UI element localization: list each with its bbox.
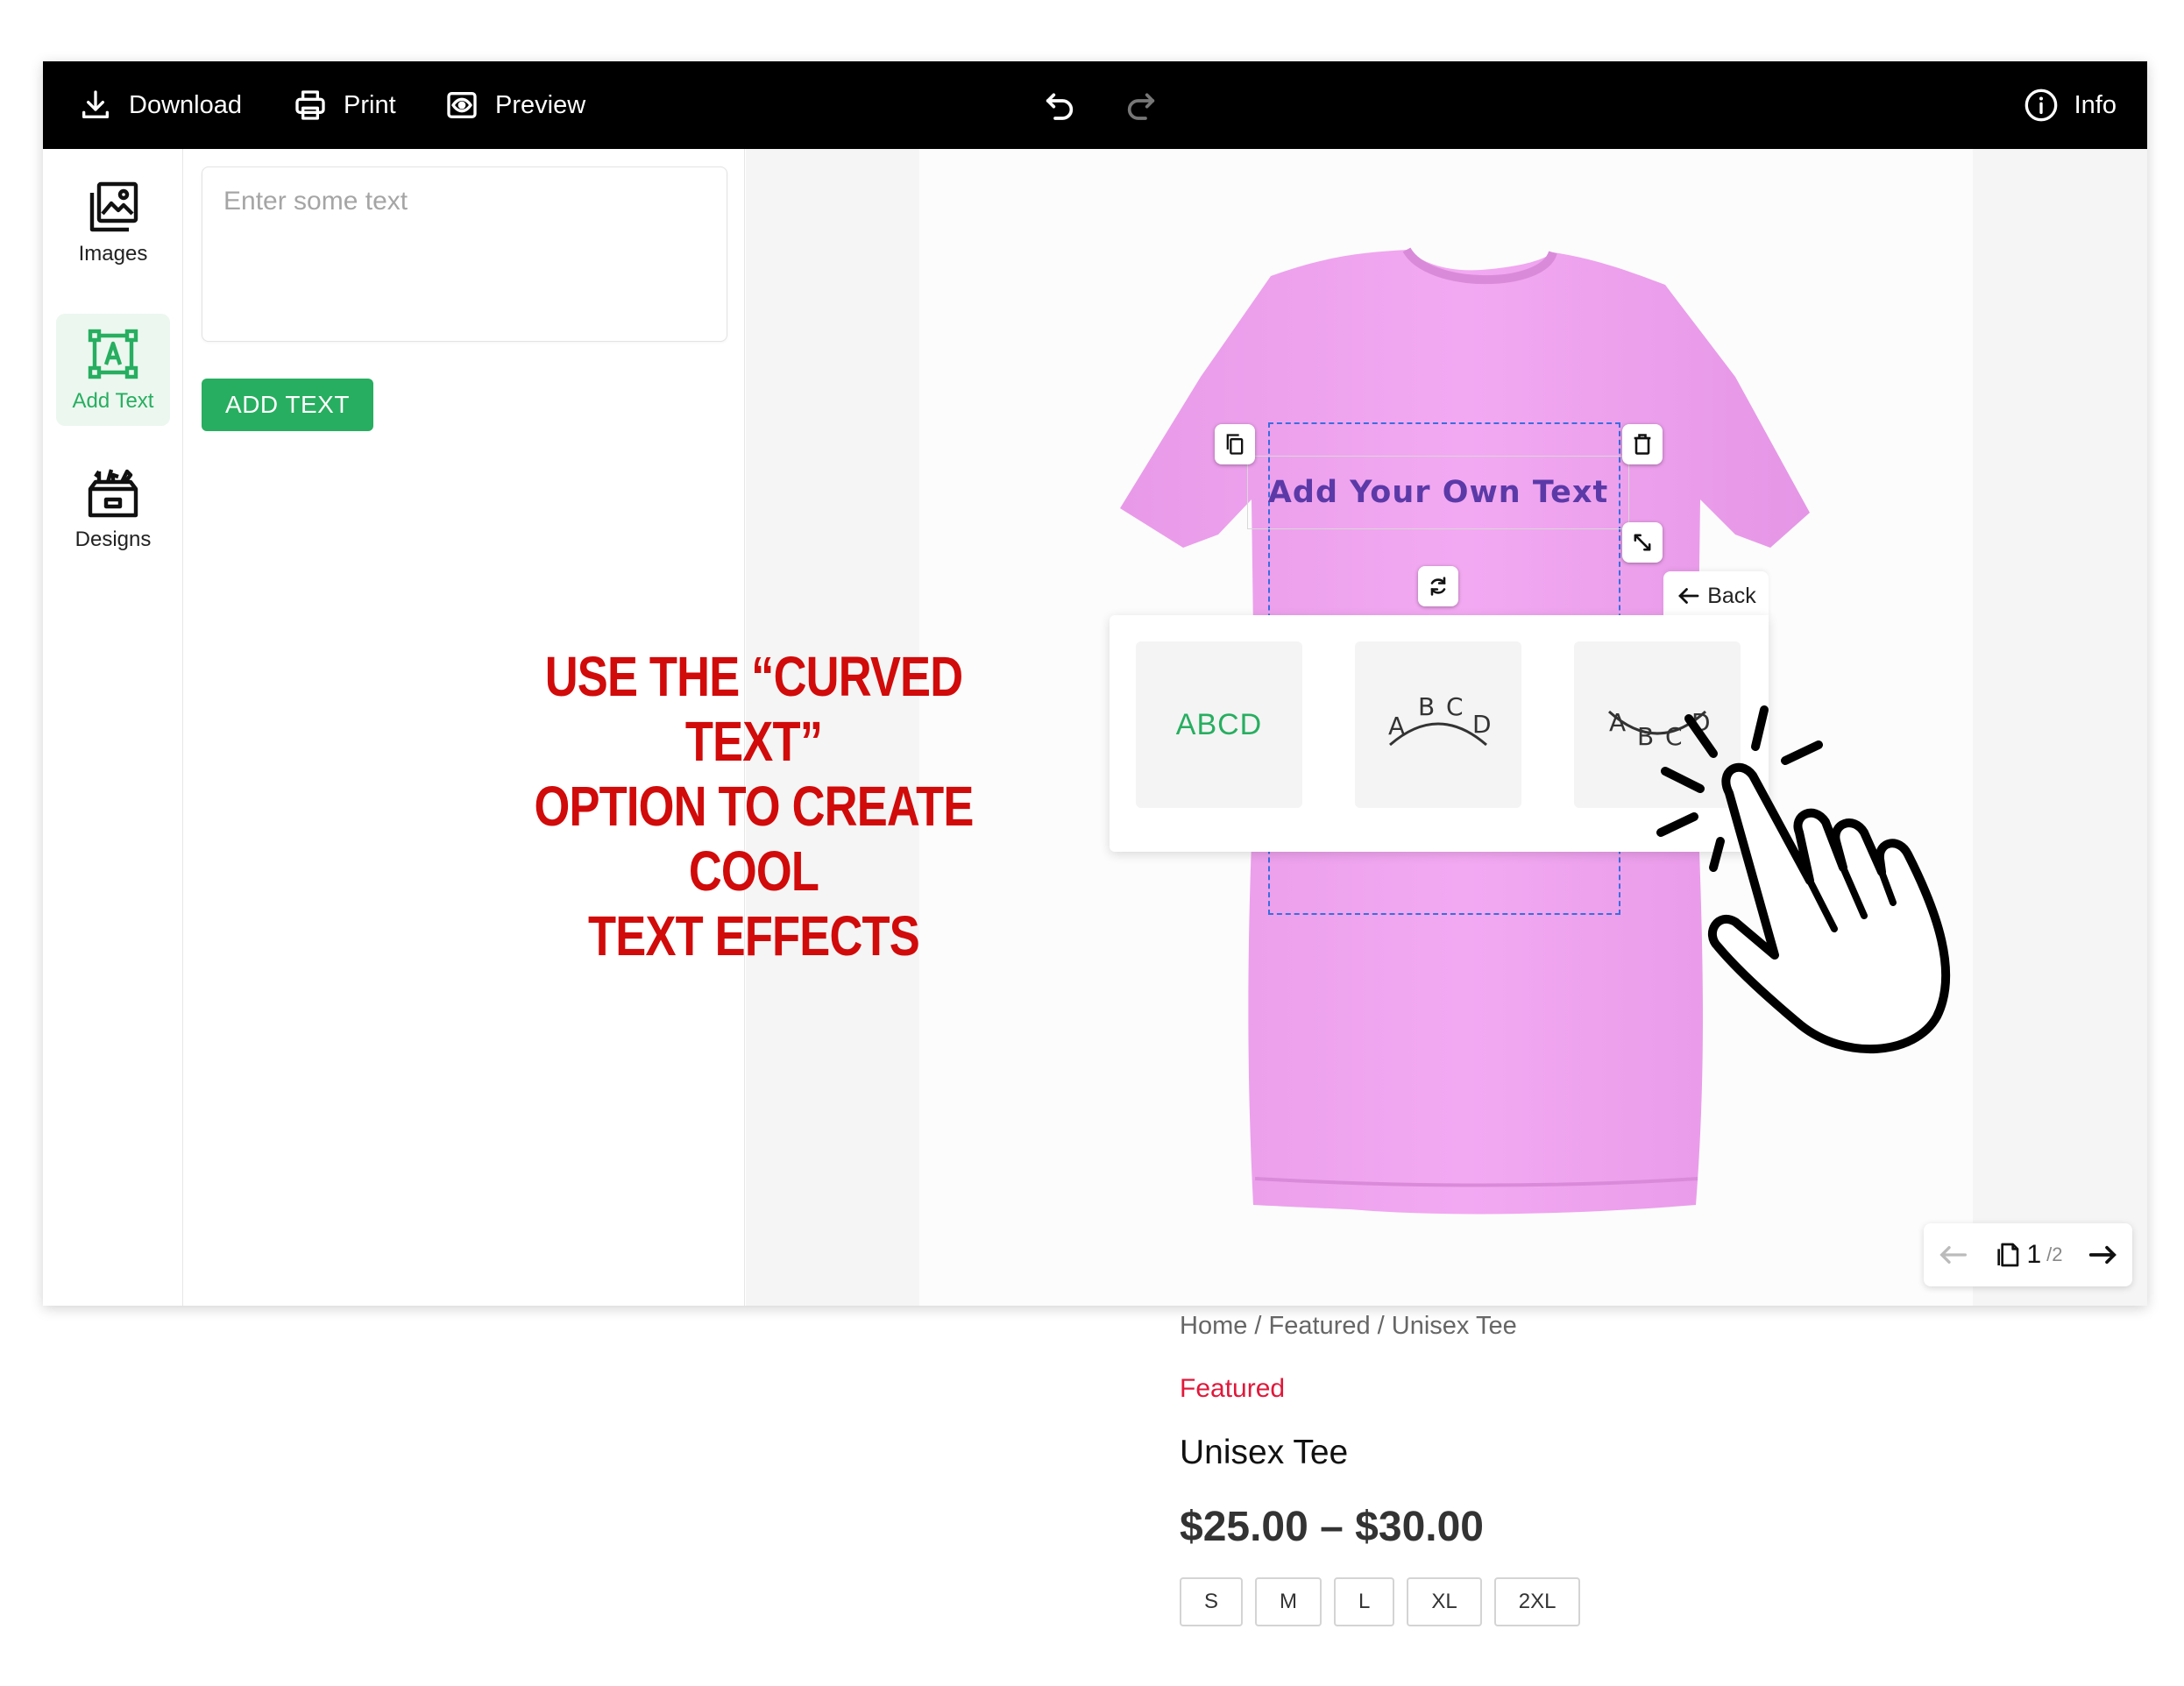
svg-text:A B C: A B C D — [1388, 692, 1492, 740]
breadcrumb-separator: / — [1247, 1312, 1269, 1340]
info-icon — [2024, 89, 2057, 122]
rail-item-images[interactable]: Images — [56, 166, 170, 279]
overlay-line-3: TEXT EFFECTS — [588, 904, 920, 967]
preview-label: Preview — [495, 90, 586, 119]
download-label: Download — [129, 90, 242, 119]
printer-icon — [295, 90, 325, 120]
download-icon — [82, 90, 110, 118]
designs-icon — [88, 469, 138, 518]
redo-icon — [1127, 93, 1155, 120]
breadcrumb-current: Unisex Tee — [1391, 1312, 1517, 1340]
delete-control[interactable] — [1622, 424, 1663, 464]
rail-item-designs[interactable]: Designs — [56, 452, 170, 564]
rotate-icon — [1430, 577, 1446, 596]
curve-option-arc-up[interactable]: A B C D — [1355, 641, 1521, 808]
info-button[interactable]: Info — [2024, 61, 2117, 149]
top-toolbar: Download Print Preview Info — [43, 61, 2147, 149]
product-title: Unisex Tee — [1180, 1434, 1349, 1471]
overlay-line-2: OPTION TO CREATE COOL — [534, 775, 974, 903]
product-price: $25.00 – $30.00 — [1180, 1504, 1484, 1550]
resize-control[interactable] — [1622, 522, 1663, 563]
size-option-s[interactable]: S — [1180, 1577, 1244, 1626]
overlay-line-1: USE THE “CURVED TEXT” — [544, 645, 963, 773]
current-page: 1 — [2026, 1240, 2042, 1269]
info-label: Info — [2074, 90, 2117, 119]
page-navigator: 1/2 — [1924, 1223, 2132, 1286]
curve-option-straight[interactable]: ABCD — [1136, 641, 1302, 808]
preview-button[interactable]: Preview — [444, 61, 585, 149]
back-label: Back — [1707, 583, 1756, 608]
pages-icon — [1997, 1243, 2019, 1267]
add-text-icon — [88, 329, 138, 379]
print-button[interactable]: Print — [293, 61, 396, 149]
prev-page-arrow-icon[interactable] — [1936, 1237, 1971, 1272]
copy-icon — [1226, 434, 1244, 455]
print-label: Print — [344, 90, 396, 119]
rail-label-add-text: Add Text — [72, 389, 154, 413]
size-option-xl[interactable]: XL — [1407, 1577, 1482, 1626]
pointing-hand-icon — [1656, 705, 1951, 1054]
undo-icon — [1046, 93, 1074, 120]
text-input[interactable] — [202, 166, 727, 342]
add-text-button[interactable]: ADD TEXT — [202, 379, 373, 431]
size-options: S M L XL 2XL — [1180, 1577, 1581, 1626]
size-option-2xl[interactable]: 2XL — [1493, 1577, 1581, 1626]
preview-eye-icon — [447, 92, 477, 118]
rail-label-images: Images — [78, 242, 148, 266]
images-icon — [89, 181, 138, 232]
next-page-arrow-icon[interactable] — [2085, 1237, 2120, 1272]
rail-label-designs: Designs — [74, 528, 152, 551]
total-pages: /2 — [2046, 1243, 2063, 1265]
resize-icon — [1634, 534, 1651, 551]
breadcrumb: Home / Featured / Unisex Tee — [1180, 1312, 1517, 1341]
breadcrumb-featured[interactable]: Featured — [1269, 1312, 1371, 1340]
product-category-link[interactable]: Featured — [1180, 1374, 1285, 1404]
redo-button[interactable] — [1124, 61, 1159, 149]
instruction-overlay: USE THE “CURVED TEXT” OPTION TO CREATE C… — [516, 644, 990, 968]
tool-rail: Images Add Text Designs — [43, 149, 183, 1306]
back-arrow-icon — [1678, 588, 1699, 604]
trash-icon — [1634, 434, 1651, 455]
rotate-control[interactable] — [1418, 566, 1458, 606]
back-button[interactable]: Back — [1663, 571, 1769, 620]
straight-text-sample: ABCD — [1175, 707, 1263, 741]
breadcrumb-separator: / — [1370, 1312, 1392, 1340]
breadcrumb-home[interactable]: Home — [1180, 1312, 1247, 1340]
duplicate-control[interactable] — [1215, 424, 1255, 464]
undo-button[interactable] — [1042, 61, 1077, 149]
canvas-text-object[interactable]: Add Your Own Text — [1247, 456, 1629, 529]
download-button[interactable]: Download — [78, 61, 242, 149]
arc-up-text-icon: A B C D — [1388, 692, 1492, 747]
rail-item-add-text[interactable]: Add Text — [56, 314, 170, 426]
page-indicator: 1/2 — [1993, 1240, 2063, 1270]
size-option-l[interactable]: L — [1334, 1577, 1395, 1626]
size-option-m[interactable]: M — [1255, 1577, 1322, 1626]
